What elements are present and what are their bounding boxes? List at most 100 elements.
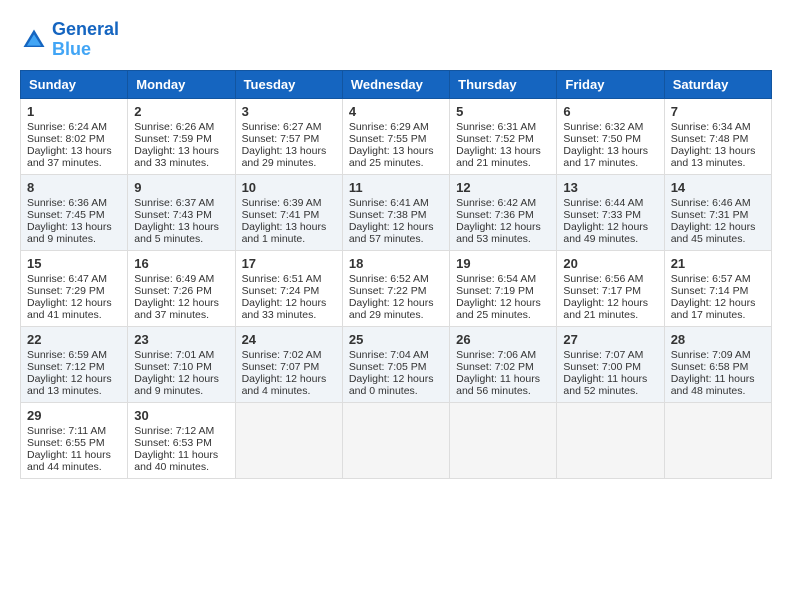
- day-number: 14: [671, 180, 765, 195]
- day-cell: 13Sunrise: 6:44 AMSunset: 7:33 PMDayligh…: [557, 174, 664, 250]
- day-info-line: Sunrise: 6:46 AM: [671, 197, 765, 209]
- day-header-wednesday: Wednesday: [342, 70, 449, 98]
- day-number: 1: [27, 104, 121, 119]
- day-info-line: Sunset: 7:52 PM: [456, 133, 550, 145]
- day-info-line: and 33 minutes.: [242, 309, 336, 321]
- day-info-line: Daylight: 12 hours: [456, 297, 550, 309]
- day-info-line: and 4 minutes.: [242, 385, 336, 397]
- day-info-line: and 1 minute.: [242, 233, 336, 245]
- day-number: 4: [349, 104, 443, 119]
- day-cell: 16Sunrise: 6:49 AMSunset: 7:26 PMDayligh…: [128, 250, 235, 326]
- day-info-line: Daylight: 12 hours: [671, 221, 765, 233]
- day-info-line: and 25 minutes.: [349, 157, 443, 169]
- day-info-line: Sunrise: 7:09 AM: [671, 349, 765, 361]
- day-info-line: and 25 minutes.: [456, 309, 550, 321]
- day-info-line: and 49 minutes.: [563, 233, 657, 245]
- day-cell: 18Sunrise: 6:52 AMSunset: 7:22 PMDayligh…: [342, 250, 449, 326]
- calendar-week-row: 15Sunrise: 6:47 AMSunset: 7:29 PMDayligh…: [21, 250, 772, 326]
- day-cell: 30Sunrise: 7:12 AMSunset: 6:53 PMDayligh…: [128, 402, 235, 478]
- day-info-line: and 44 minutes.: [27, 461, 121, 473]
- day-info-line: Sunset: 7:45 PM: [27, 209, 121, 221]
- day-info-line: and 41 minutes.: [27, 309, 121, 321]
- day-info-line: and 57 minutes.: [349, 233, 443, 245]
- day-cell: 8Sunrise: 6:36 AMSunset: 7:45 PMDaylight…: [21, 174, 128, 250]
- day-info-line: and 17 minutes.: [563, 157, 657, 169]
- day-number: 18: [349, 256, 443, 271]
- day-cell: 15Sunrise: 6:47 AMSunset: 7:29 PMDayligh…: [21, 250, 128, 326]
- day-cell: 29Sunrise: 7:11 AMSunset: 6:55 PMDayligh…: [21, 402, 128, 478]
- day-info-line: Sunset: 7:12 PM: [27, 361, 121, 373]
- day-info-line: and 33 minutes.: [134, 157, 228, 169]
- day-info-line: Sunrise: 6:29 AM: [349, 121, 443, 133]
- day-info-line: Daylight: 11 hours: [563, 373, 657, 385]
- day-info-line: Sunrise: 7:12 AM: [134, 425, 228, 437]
- day-info-line: Daylight: 12 hours: [134, 373, 228, 385]
- day-info-line: Daylight: 13 hours: [242, 221, 336, 233]
- calendar-week-row: 22Sunrise: 6:59 AMSunset: 7:12 PMDayligh…: [21, 326, 772, 402]
- day-info-line: Sunrise: 6:36 AM: [27, 197, 121, 209]
- day-number: 30: [134, 408, 228, 423]
- day-number: 12: [456, 180, 550, 195]
- day-info-line: Sunrise: 6:59 AM: [27, 349, 121, 361]
- day-info-line: Sunset: 6:55 PM: [27, 437, 121, 449]
- day-info-line: Sunrise: 6:31 AM: [456, 121, 550, 133]
- day-number: 8: [27, 180, 121, 195]
- day-info-line: Daylight: 12 hours: [349, 297, 443, 309]
- day-info-line: Sunrise: 6:37 AM: [134, 197, 228, 209]
- day-info-line: Sunset: 7:36 PM: [456, 209, 550, 221]
- empty-cell: [235, 402, 342, 478]
- day-info-line: Daylight: 11 hours: [456, 373, 550, 385]
- day-info-line: Sunset: 7:50 PM: [563, 133, 657, 145]
- day-info-line: Sunset: 7:29 PM: [27, 285, 121, 297]
- day-info-line: Sunrise: 6:32 AM: [563, 121, 657, 133]
- day-info-line: Daylight: 12 hours: [242, 373, 336, 385]
- day-info-line: and 21 minutes.: [456, 157, 550, 169]
- day-number: 15: [27, 256, 121, 271]
- day-info-line: Sunset: 7:02 PM: [456, 361, 550, 373]
- day-info-line: Daylight: 12 hours: [27, 297, 121, 309]
- day-info-line: Sunrise: 6:51 AM: [242, 273, 336, 285]
- day-number: 25: [349, 332, 443, 347]
- day-info-line: and 52 minutes.: [563, 385, 657, 397]
- day-number: 9: [134, 180, 228, 195]
- day-cell: 28Sunrise: 7:09 AMSunset: 6:58 PMDayligh…: [664, 326, 771, 402]
- day-cell: 21Sunrise: 6:57 AMSunset: 7:14 PMDayligh…: [664, 250, 771, 326]
- day-info-line: Daylight: 11 hours: [671, 373, 765, 385]
- day-header-monday: Monday: [128, 70, 235, 98]
- day-info-line: Sunrise: 6:56 AM: [563, 273, 657, 285]
- day-info-line: Sunrise: 6:26 AM: [134, 121, 228, 133]
- day-info-line: and 13 minutes.: [27, 385, 121, 397]
- day-info-line: Sunset: 7:43 PM: [134, 209, 228, 221]
- day-cell: 14 Sunrise: 6:46 AMSunset: 7:31 PMDayligh…: [664, 174, 771, 250]
- calendar-table: SundayMondayTuesdayWednesdayThursdayFrid…: [20, 70, 772, 479]
- day-info-line: Sunrise: 6:44 AM: [563, 197, 657, 209]
- day-info-line: Daylight: 12 hours: [563, 297, 657, 309]
- day-info-line: Sunset: 7:17 PM: [563, 285, 657, 297]
- day-info-line: Daylight: 12 hours: [456, 221, 550, 233]
- day-cell: 6Sunrise: 6:32 AMSunset: 7:50 PMDaylight…: [557, 98, 664, 174]
- day-header-sunday: Sunday: [21, 70, 128, 98]
- day-number: 5: [456, 104, 550, 119]
- day-cell: 3Sunrise: 6:27 AMSunset: 7:57 PMDaylight…: [235, 98, 342, 174]
- day-info-line: Sunset: 7:31 PM: [671, 209, 765, 221]
- day-info-line: and 37 minutes.: [27, 157, 121, 169]
- day-info-line: and 53 minutes.: [456, 233, 550, 245]
- day-number: 23: [134, 332, 228, 347]
- day-info-line: Sunset: 7:14 PM: [671, 285, 765, 297]
- day-info-line: Sunset: 8:02 PM: [27, 133, 121, 145]
- day-info-line: Daylight: 13 hours: [456, 145, 550, 157]
- day-info-line: and 13 minutes.: [671, 157, 765, 169]
- day-number: 24: [242, 332, 336, 347]
- day-info-line: Sunrise: 7:02 AM: [242, 349, 336, 361]
- day-info-line: Daylight: 12 hours: [242, 297, 336, 309]
- day-number: 13: [563, 180, 657, 195]
- day-info-line: Sunrise: 6:42 AM: [456, 197, 550, 209]
- day-cell: 22Sunrise: 6:59 AMSunset: 7:12 PMDayligh…: [21, 326, 128, 402]
- day-header-friday: Friday: [557, 70, 664, 98]
- day-header-saturday: Saturday: [664, 70, 771, 98]
- day-cell: 17Sunrise: 6:51 AMSunset: 7:24 PMDayligh…: [235, 250, 342, 326]
- day-info-line: Daylight: 13 hours: [242, 145, 336, 157]
- day-number: 11: [349, 180, 443, 195]
- calendar-week-row: 8 Sunrise: 6:36 AMSunset: 7:45 PM Daylight…: [21, 174, 772, 250]
- day-number: 17: [242, 256, 336, 271]
